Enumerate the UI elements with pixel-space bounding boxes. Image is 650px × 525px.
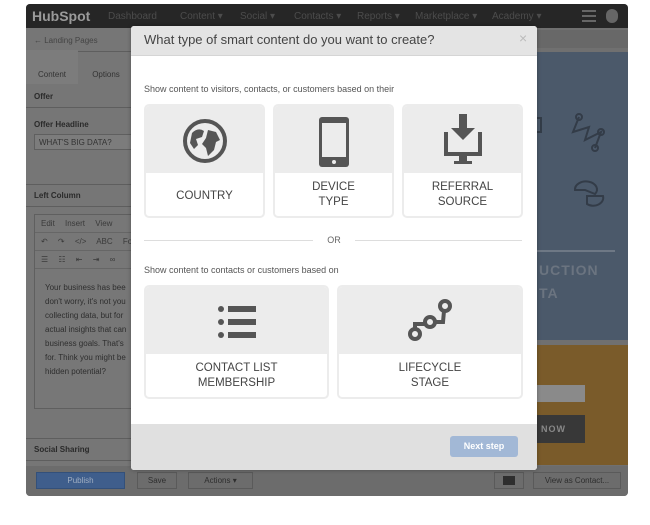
card-contact-list-membership[interactable]: CONTACT LIST MEMBERSHIP (144, 285, 329, 399)
avatar[interactable] (606, 9, 618, 23)
cta-button[interactable]: NOW (537, 415, 585, 443)
top-nav: HubSpot Dashboard Content ▾ Social ▾ Con… (26, 4, 628, 28)
section1-text: Show content to visitors, contacts, or c… (144, 84, 395, 94)
card-lifecycle-stage[interactable]: LIFECYCLE STAGE (337, 285, 523, 399)
editor-toolbar[interactable]: ↶ ↷ </> ABC Form (35, 233, 142, 251)
text-line: collecting data, but for (45, 311, 124, 320)
card-label-line: MEMBERSHIP (197, 377, 276, 389)
hero-title-2: TA (539, 285, 559, 301)
modal-title: What type of smart content do you want t… (144, 32, 435, 47)
actions-dropdown[interactable]: Actions ▾ (188, 472, 253, 489)
list-icon (217, 306, 256, 338)
section-left-column[interactable]: Left Column (26, 184, 136, 207)
lifecycle-icon (408, 299, 452, 341)
text-line: hidden potential? (45, 367, 106, 376)
nav-social[interactable]: Social ▾ (240, 11, 275, 22)
or-text: OR (313, 235, 355, 245)
nav-reports[interactable]: Reports ▾ (357, 11, 400, 22)
card-label-line: TYPE (318, 196, 349, 208)
menu-icon[interactable] (582, 10, 596, 22)
back-to-landing-pages[interactable]: ← Landing Pages (26, 30, 136, 52)
phone-icon (318, 117, 349, 167)
card-label: COUNTRY (176, 190, 233, 202)
nav-contacts[interactable]: Contacts ▾ (294, 11, 341, 22)
text-line: for. Think you might be (45, 353, 126, 362)
editor-body[interactable]: Your business has bee don't worry, it's … (45, 281, 135, 379)
view-as-contact-button[interactable]: View as Contact... (533, 472, 621, 489)
tab-options-label: Options (92, 70, 120, 79)
card-label: DEVICE TYPE (275, 180, 392, 210)
tab-content-label: Content (37, 70, 67, 79)
next-step-button[interactable]: Next step (450, 436, 518, 457)
text-line: don't worry, it's not you (45, 297, 126, 306)
globe-icon (182, 119, 227, 163)
publish-button[interactable]: Publish (36, 472, 125, 489)
monitor-icon (503, 476, 515, 485)
email-input[interactable] (537, 385, 585, 402)
tab-options[interactable]: Options (80, 50, 132, 84)
left-panel: ← Landing Pages Content Options Offer Of… (26, 28, 142, 468)
card-label-line: DEVICE (312, 181, 355, 193)
card-referral-source[interactable]: REFERRAL SOURCE (402, 104, 523, 218)
hero-section: UCTION TA (537, 52, 628, 340)
section2-text: Show content to contacts or customers ba… (144, 265, 339, 275)
card-label-line: LIFECYCLE (398, 362, 462, 374)
editor-menu[interactable]: Edit Insert View (35, 215, 135, 233)
close-icon[interactable]: × (519, 30, 527, 46)
rich-text-editor: Edit Insert View ↶ ↷ </> ABC Form ☰ ☷ ⇤ … (34, 214, 142, 409)
offer-headline-input[interactable]: WHAT'S BIG DATA? (34, 134, 134, 150)
card-country[interactable]: COUNTRY (144, 104, 265, 218)
editor-toolbar-2[interactable]: ☰ ☷ ⇤ ⇥ ∞ (35, 251, 135, 269)
card-label: CONTACT LIST MEMBERSHIP (146, 361, 327, 391)
preview-header (537, 30, 628, 48)
modal-header: What type of smart content do you want t… (131, 26, 537, 56)
card-label: REFERRAL SOURCE (404, 180, 521, 210)
download-monitor-icon (443, 114, 482, 164)
bottom-bar: Publish Save Actions ▾ View as Contact..… (26, 466, 628, 496)
card-label-line: CONTACT LIST (195, 362, 278, 374)
card-label-line: REFERRAL (431, 181, 494, 193)
save-button[interactable]: Save (137, 472, 177, 489)
text-line: Your business has bee (45, 283, 126, 292)
cta-section: NOW (537, 345, 628, 465)
text-line: business goals. That's (45, 339, 124, 348)
card-label-line: STAGE (410, 377, 450, 389)
hero-title-1: UCTION (539, 262, 599, 278)
nav-marketplace[interactable]: Marketplace ▾ (415, 11, 477, 22)
offer-headline-label: Offer Headline (34, 120, 89, 129)
nav-academy[interactable]: Academy ▾ (492, 11, 541, 22)
tab-content[interactable]: Content (26, 50, 78, 84)
nav-content[interactable]: Content ▾ (180, 11, 223, 22)
text-line: actual insights that can (45, 325, 127, 334)
hubspot-logo[interactable]: HubSpot (32, 8, 90, 24)
modal-footer: Next step (131, 424, 537, 470)
section-social-sharing[interactable]: Social Sharing (26, 438, 136, 461)
card-label: LIFECYCLE STAGE (339, 361, 521, 391)
divider (537, 250, 615, 252)
card-device-type[interactable]: DEVICE TYPE (273, 104, 394, 218)
smart-content-modal: What type of smart content do you want t… (131, 26, 537, 470)
nav-dashboard[interactable]: Dashboard (108, 11, 157, 22)
section-offer[interactable]: Offer (26, 86, 136, 108)
preview-device-button[interactable] (494, 472, 524, 489)
page-preview: UCTION TA NOW (537, 30, 628, 470)
data-icons (537, 113, 605, 207)
card-label-line: SOURCE (437, 196, 488, 208)
